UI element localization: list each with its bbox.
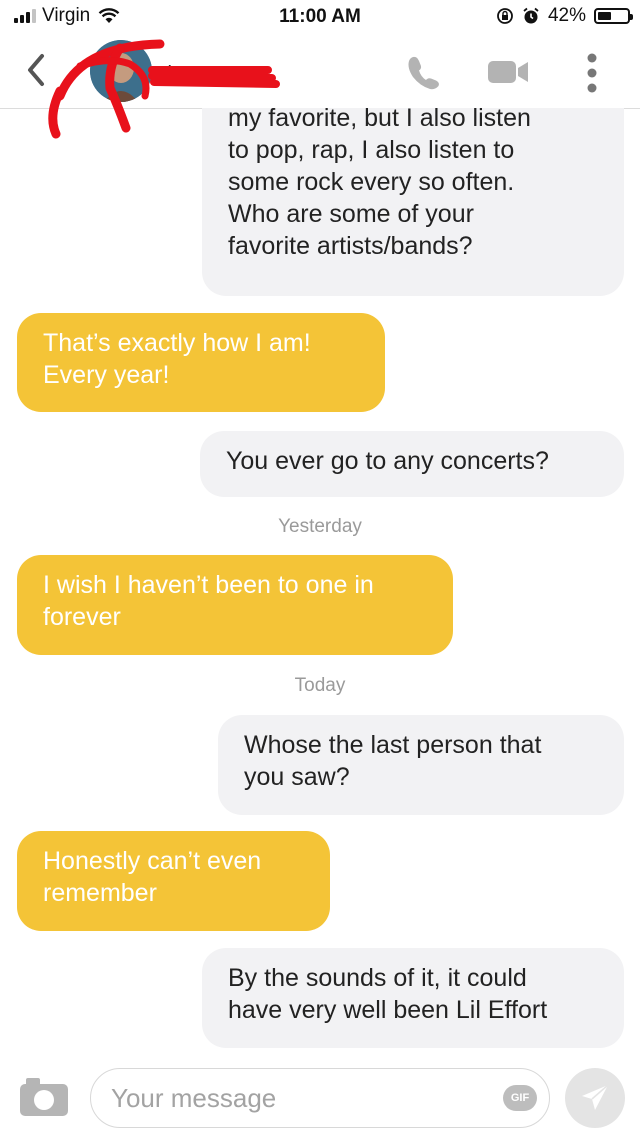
message-bubble-received: Honestly can’t even remember [17, 831, 330, 931]
message-input[interactable] [90, 1068, 550, 1128]
message-bubble-sent: You ever go to any concerts? [200, 431, 624, 497]
message-bubble-sent: That's awesome! country is my favorite, … [202, 108, 624, 296]
status-right: 42% [496, 5, 633, 27]
chat-header: ta [0, 36, 640, 139]
orientation-lock-icon [497, 8, 513, 24]
battery-icon [594, 8, 633, 24]
more-vertical-icon[interactable] [584, 52, 600, 94]
composer: GIF [0, 1058, 640, 1138]
status-bar: Virgin 11:00 AM 42% [0, 0, 640, 36]
message-bubble-received: I wish I haven’t been to one in forever [17, 555, 453, 655]
message-bubble-sent: By the sounds of it, it could have very … [202, 948, 624, 1048]
phone-icon[interactable] [404, 52, 444, 92]
alarm-icon [523, 7, 539, 24]
message-bubble-sent: Whose the last person that you saw? [218, 715, 624, 815]
message-bubble-received: That’s exactly how I am! Every year! [17, 313, 385, 412]
battery-percent: 42% [547, 5, 586, 26]
send-button[interactable] [565, 1068, 625, 1128]
camera-icon[interactable] [18, 1074, 70, 1118]
day-separator: Yesterday [278, 516, 362, 537]
video-camera-icon[interactable] [486, 56, 532, 88]
send-icon [582, 1084, 609, 1110]
message-thread[interactable]: That's awesome! country is my favorite, … [0, 108, 640, 1058]
gif-button[interactable]: GIF [503, 1085, 537, 1111]
day-separator: Today [294, 675, 346, 696]
